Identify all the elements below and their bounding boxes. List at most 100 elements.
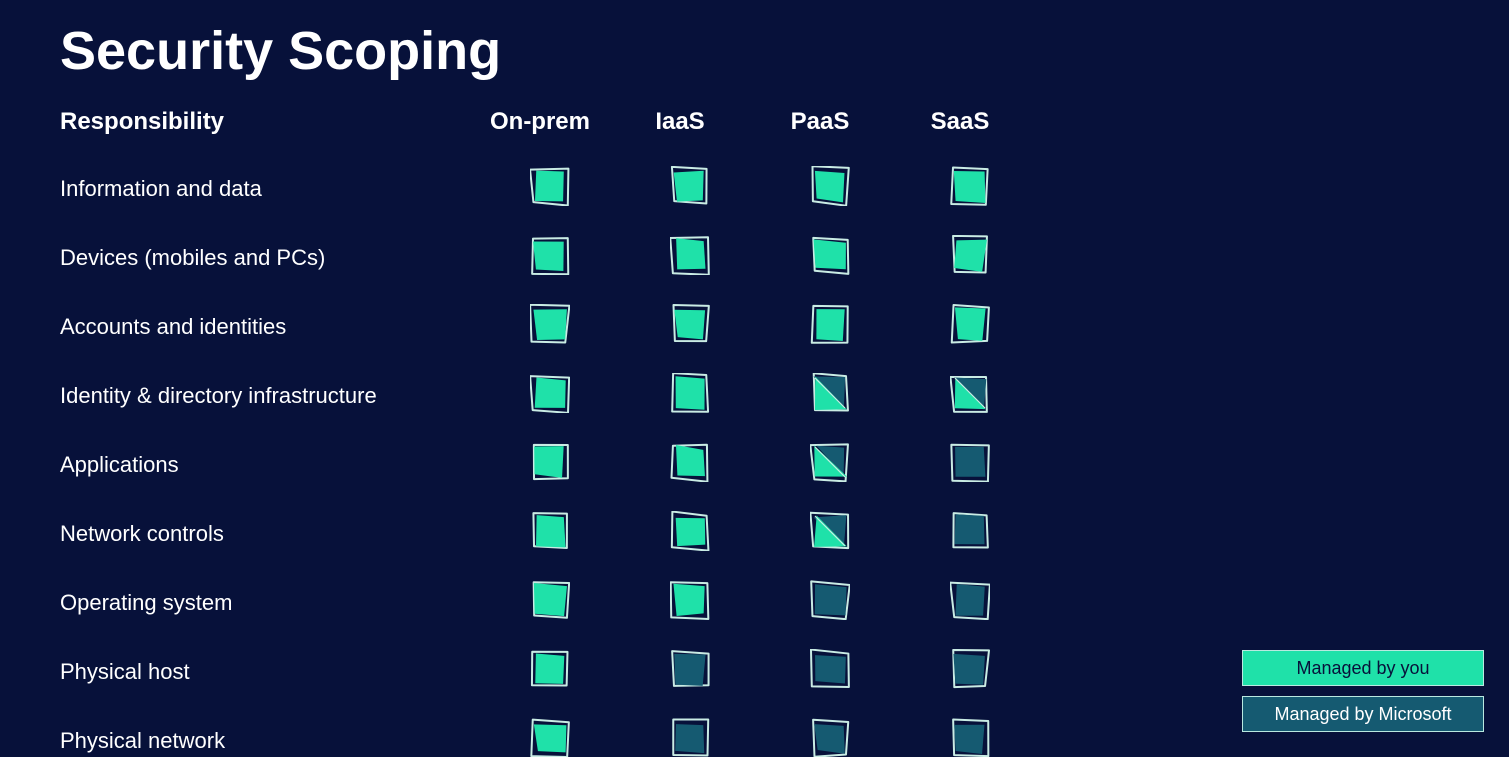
table-row: Operating system — [60, 568, 1040, 637]
legend-managed-by-microsoft: Managed by Microsoft — [1242, 696, 1484, 732]
matrix-cell — [760, 223, 900, 292]
slide: Security Scoping Responsibility On-prem … — [0, 0, 1509, 757]
matrix-cell — [760, 568, 900, 637]
matrix-cell — [760, 637, 900, 706]
matrix-cell — [620, 430, 760, 499]
ms-box-icon — [810, 676, 850, 693]
matrix-cell — [760, 499, 900, 568]
you-box-icon — [670, 538, 710, 555]
header-saas: SaaS — [900, 102, 1040, 154]
row-label: Operating system — [60, 568, 480, 637]
you-box-icon — [530, 193, 570, 210]
ms-box-icon — [670, 676, 710, 693]
header-onprem: On-prem — [480, 102, 620, 154]
matrix-cell — [900, 637, 1040, 706]
matrix-cell — [760, 430, 900, 499]
matrix-cell — [480, 499, 620, 568]
matrix-cell — [760, 361, 900, 430]
shared-box-icon — [950, 400, 990, 417]
matrix-cell — [620, 499, 760, 568]
you-box-icon — [810, 193, 850, 210]
row-label: Information and data — [60, 154, 480, 223]
you-box-icon — [530, 262, 570, 279]
header-paas: PaaS — [760, 102, 900, 154]
ms-box-icon — [810, 745, 850, 757]
row-label: Devices (mobiles and PCs) — [60, 223, 480, 292]
matrix-cell — [620, 637, 760, 706]
shared-box-icon — [810, 469, 850, 486]
ms-box-icon — [670, 745, 710, 757]
table-row: Applications — [60, 430, 1040, 499]
matrix-cell — [760, 706, 900, 757]
matrix-cell — [620, 223, 760, 292]
legend: Managed by you Managed by Microsoft — [1242, 650, 1484, 732]
matrix-cell — [900, 568, 1040, 637]
row-label: Physical network — [60, 706, 480, 757]
you-box-icon — [810, 262, 850, 279]
matrix-cell — [900, 154, 1040, 223]
you-box-icon — [670, 469, 710, 486]
you-box-icon — [530, 331, 570, 348]
shared-box-icon — [810, 538, 850, 555]
row-label: Accounts and identities — [60, 292, 480, 361]
you-box-icon — [950, 193, 990, 210]
table-row: Devices (mobiles and PCs) — [60, 223, 1040, 292]
matrix-cell — [760, 292, 900, 361]
responsibility-matrix: Responsibility On-prem IaaS PaaS SaaS In… — [60, 102, 1040, 757]
row-label: Identity & directory infrastructure — [60, 361, 480, 430]
matrix-cell — [480, 637, 620, 706]
matrix-cell — [900, 223, 1040, 292]
matrix-cell — [620, 706, 760, 757]
you-box-icon — [810, 331, 850, 348]
table-row: Physical network — [60, 706, 1040, 757]
you-box-icon — [530, 400, 570, 417]
row-label: Network controls — [60, 499, 480, 568]
matrix-cell — [480, 292, 620, 361]
matrix-cell — [620, 154, 760, 223]
matrix-cell — [900, 430, 1040, 499]
ms-box-icon — [810, 607, 850, 624]
ms-box-icon — [950, 607, 990, 624]
you-box-icon — [670, 331, 710, 348]
table-row: Physical host — [60, 637, 1040, 706]
legend-managed-by-you: Managed by you — [1242, 650, 1484, 686]
table-row: Information and data — [60, 154, 1040, 223]
matrix-cell — [480, 568, 620, 637]
matrix-cell — [480, 154, 620, 223]
ms-box-icon — [950, 745, 990, 757]
ms-box-icon — [950, 676, 990, 693]
matrix-cell — [620, 568, 760, 637]
you-box-icon — [670, 607, 710, 624]
matrix-cell — [900, 706, 1040, 757]
you-box-icon — [670, 262, 710, 279]
matrix-cell — [900, 361, 1040, 430]
you-box-icon — [530, 607, 570, 624]
you-box-icon — [530, 676, 570, 693]
header-responsibility: Responsibility — [60, 102, 480, 154]
you-box-icon — [950, 331, 990, 348]
row-label: Applications — [60, 430, 480, 499]
table-row: Identity & directory infrastructure — [60, 361, 1040, 430]
you-box-icon — [530, 469, 570, 486]
slide-title: Security Scoping — [60, 20, 1449, 82]
ms-box-icon — [950, 538, 990, 555]
ms-box-icon — [950, 469, 990, 486]
header-iaas: IaaS — [620, 102, 760, 154]
table-row: Network controls — [60, 499, 1040, 568]
you-box-icon — [530, 538, 570, 555]
you-box-icon — [670, 400, 710, 417]
table-row: Accounts and identities — [60, 292, 1040, 361]
you-box-icon — [950, 262, 990, 279]
shared-box-icon — [810, 400, 850, 417]
matrix-cell — [620, 292, 760, 361]
you-box-icon — [530, 745, 570, 757]
matrix-cell — [480, 430, 620, 499]
matrix-cell — [760, 154, 900, 223]
you-box-icon — [670, 193, 710, 210]
matrix-cell — [480, 223, 620, 292]
matrix-cell — [480, 706, 620, 757]
matrix-cell — [900, 499, 1040, 568]
row-label: Physical host — [60, 637, 480, 706]
matrix-cell — [620, 361, 760, 430]
matrix-cell — [480, 361, 620, 430]
